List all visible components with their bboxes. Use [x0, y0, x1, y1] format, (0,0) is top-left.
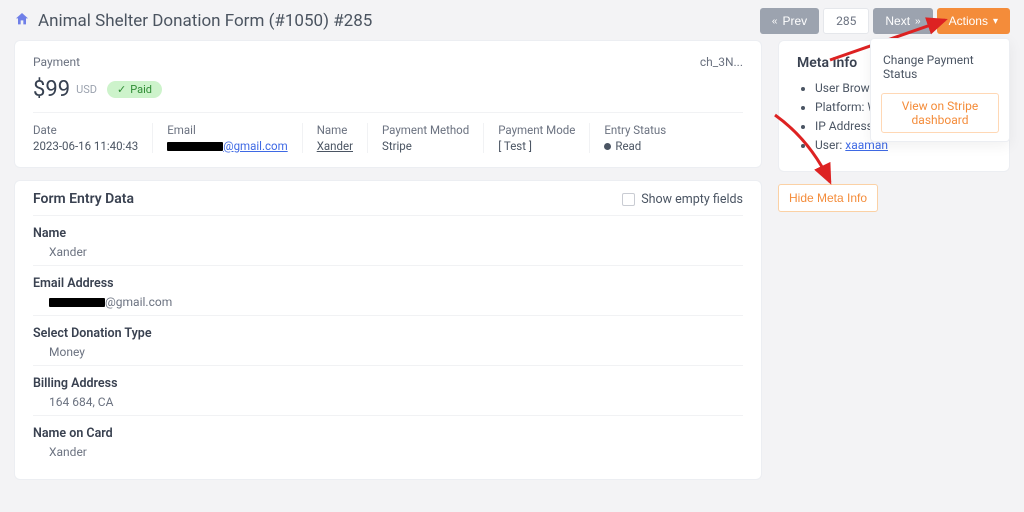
- entry-label: Name on Card: [33, 426, 743, 441]
- show-empty-label: Show empty fields: [641, 192, 743, 207]
- entry-label: Name: [33, 226, 743, 241]
- email-label: Email: [167, 123, 287, 137]
- show-empty-toggle[interactable]: Show empty fields: [622, 192, 743, 207]
- form-entry-title: Form Entry Data: [33, 191, 134, 207]
- home-icon[interactable]: [14, 11, 30, 31]
- status-value: Read: [604, 139, 666, 153]
- status-label: Entry Status: [604, 123, 666, 137]
- prev-button[interactable]: « Prev: [760, 8, 819, 34]
- meta-user-label: User:: [815, 138, 845, 152]
- entry-label: Email Address: [33, 276, 743, 291]
- charge-id: ch_3N...: [700, 55, 743, 69]
- entry-row: Email Address @gmail.com: [33, 265, 743, 315]
- redacted-text: [167, 142, 223, 151]
- checkbox-icon[interactable]: [622, 193, 635, 206]
- top-bar: Animal Shelter Donation Form (#1050) #28…: [0, 0, 1024, 40]
- date-label: Date: [33, 123, 138, 137]
- next-label: Next: [885, 14, 910, 28]
- entry-label: Select Donation Type: [33, 326, 743, 341]
- payment-summary: Date 2023-06-16 11:40:43 Email @gmail.co…: [33, 112, 743, 153]
- actions-label: Actions: [949, 14, 988, 28]
- chevron-down-icon: ▾: [993, 16, 998, 27]
- payment-amount: $99: [33, 77, 70, 102]
- entry-row: Name Xander: [33, 215, 743, 265]
- entry-label: Billing Address: [33, 376, 743, 391]
- view-stripe-item[interactable]: View on Stripe dashboard: [881, 93, 999, 133]
- mode-value: [ Test ]: [498, 139, 575, 153]
- entry-row: Select Donation Type Money: [33, 315, 743, 365]
- chevron-right-icon: »: [915, 16, 921, 27]
- email-value: @gmail.com: [167, 139, 287, 153]
- entry-row: Name on Card Xander: [33, 415, 743, 465]
- chevron-left-icon: «: [772, 16, 778, 27]
- entry-value: Xander: [33, 445, 743, 459]
- hide-meta-button[interactable]: Hide Meta Info: [778, 184, 878, 212]
- paid-label: Paid: [130, 83, 152, 96]
- status-text: Read: [615, 139, 641, 153]
- method-value: Stripe: [382, 139, 469, 153]
- entry-value: Xander: [33, 245, 743, 259]
- check-icon: ✓: [117, 83, 126, 96]
- payment-label: Payment: [33, 55, 80, 69]
- email-link[interactable]: @gmail.com: [223, 139, 287, 153]
- actions-button[interactable]: Actions ▾: [937, 8, 1010, 34]
- redacted-text: [49, 298, 105, 307]
- entry-value: @gmail.com: [33, 295, 743, 309]
- payment-card: Payment ch_3N... $99 USD ✓ Paid Date 2023…: [14, 40, 762, 168]
- name-label: Name: [317, 123, 353, 137]
- status-dot-icon: [604, 143, 611, 150]
- entry-row: Billing Address 164 684, CA: [33, 365, 743, 415]
- page-title: Animal Shelter Donation Form (#1050) #28…: [38, 11, 760, 31]
- method-label: Payment Method: [382, 123, 469, 137]
- name-link[interactable]: Xander: [317, 139, 353, 153]
- actions-dropdown: Change Payment Status View on Stripe das…: [870, 38, 1010, 142]
- entry-value: Money: [33, 345, 743, 359]
- change-payment-status-item[interactable]: Change Payment Status: [881, 47, 999, 87]
- next-button[interactable]: Next »: [873, 8, 932, 34]
- paid-badge: ✓ Paid: [107, 81, 162, 98]
- prev-label: Prev: [782, 14, 807, 28]
- mode-label: Payment Mode: [498, 123, 575, 137]
- form-entry-card: Form Entry Data Show empty fields Name X…: [14, 180, 762, 480]
- pager-actions: « Prev 285 Next » Actions ▾: [760, 8, 1010, 34]
- payment-currency: USD: [76, 83, 97, 96]
- entry-value: 164 684, CA: [33, 395, 743, 409]
- date-value: 2023-06-16 11:40:43: [33, 139, 138, 153]
- entry-email-suffix: @gmail.com: [105, 295, 172, 309]
- page-number: 285: [823, 8, 869, 34]
